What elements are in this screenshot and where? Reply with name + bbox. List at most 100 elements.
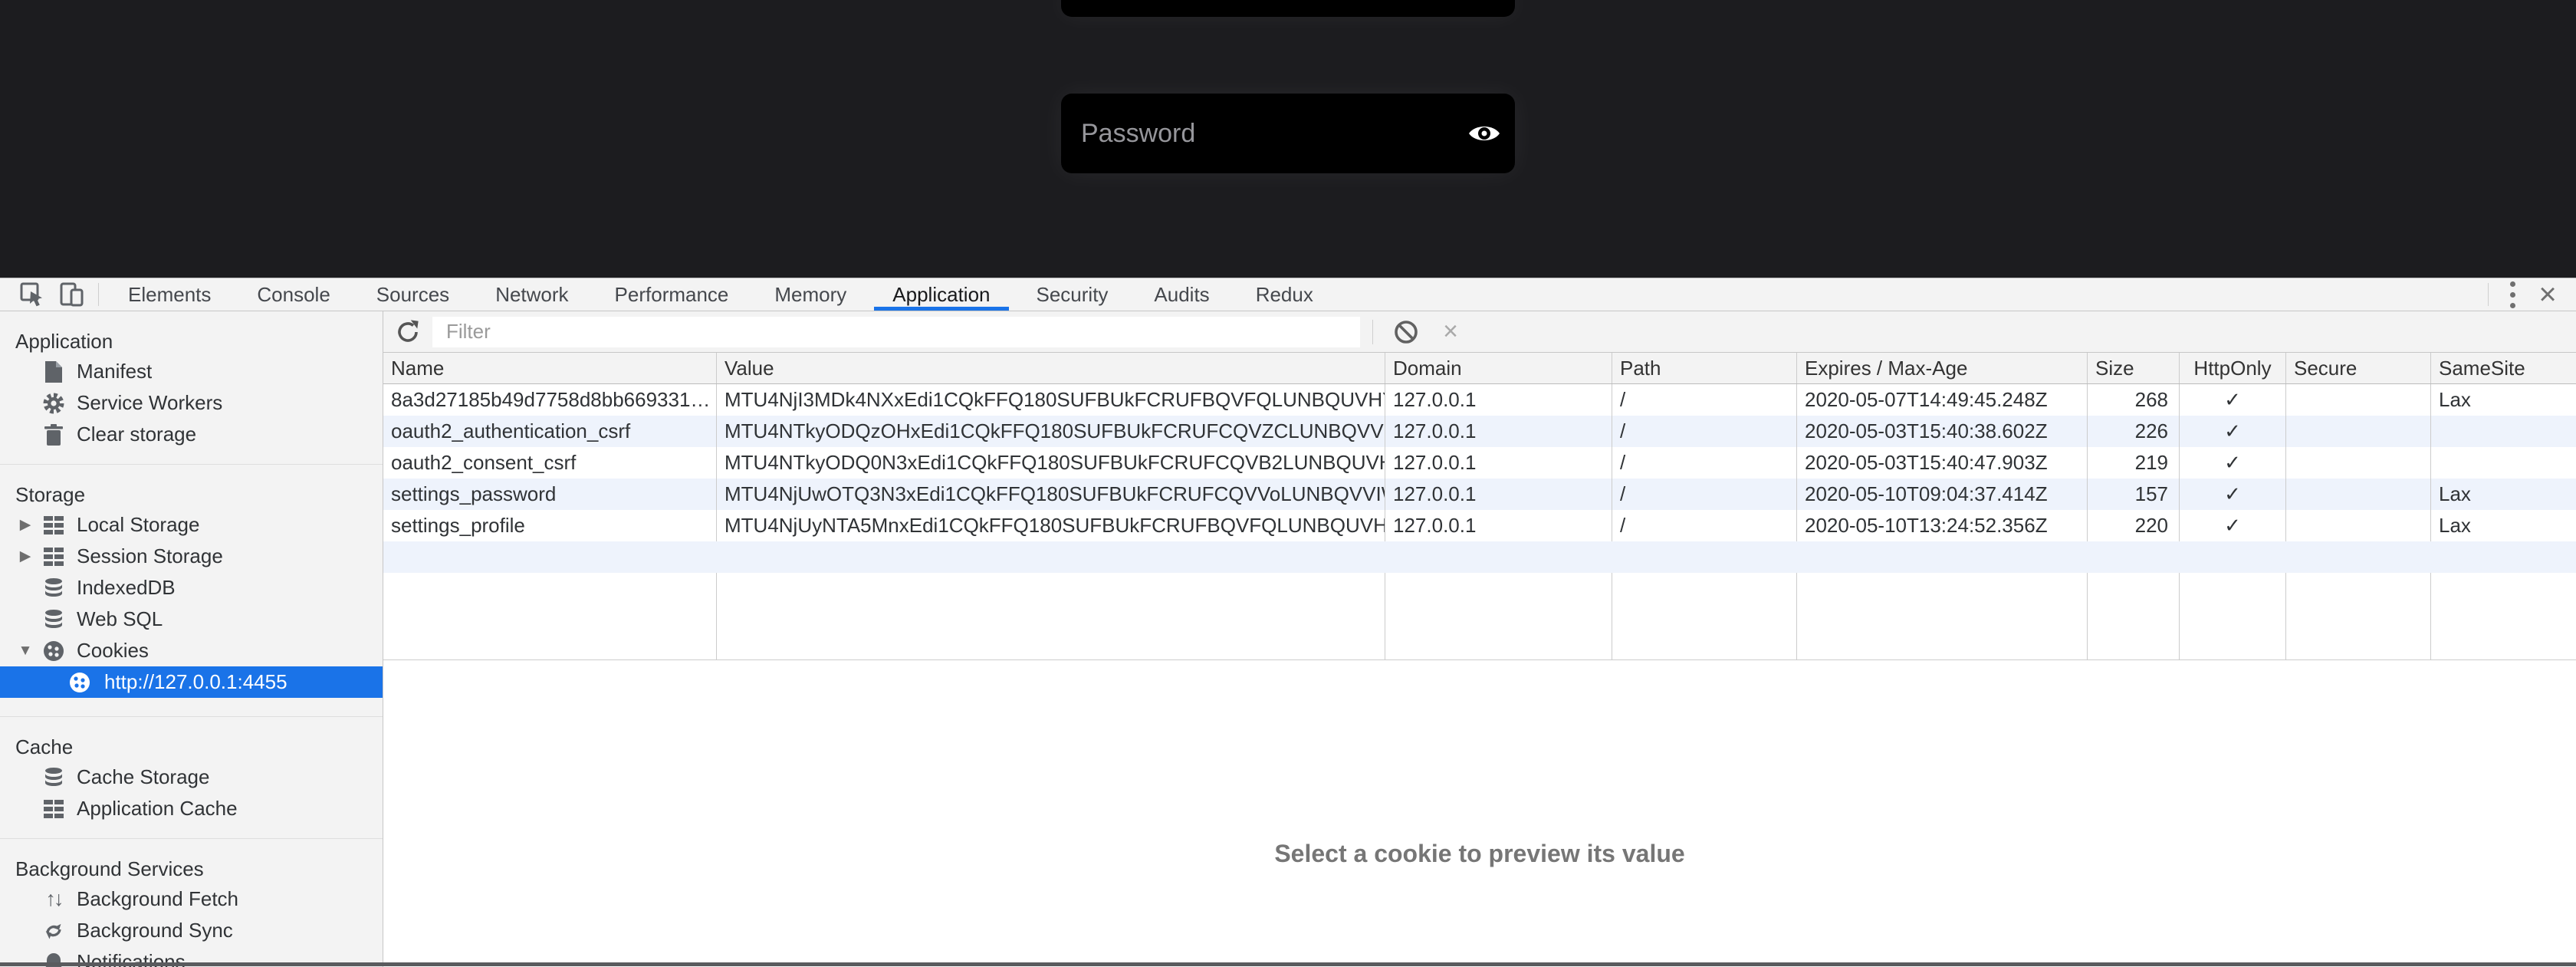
cookie-expires[interactable]: 2020-05-10T09:04:37.414Z xyxy=(1797,479,2088,510)
cookie-size[interactable]: 219 xyxy=(2088,447,2180,479)
cookie-httponly-check[interactable]: ✓ xyxy=(2180,510,2286,541)
sidebar-item-service-workers[interactable]: Service Workers xyxy=(0,387,383,419)
cookie-expires[interactable]: 2020-05-03T15:40:47.903Z xyxy=(1797,447,2088,479)
cookie-path[interactable]: / xyxy=(1612,384,1797,416)
sidebar-item-application-cache[interactable]: Application Cache xyxy=(0,793,383,824)
tab-security[interactable]: Security xyxy=(1014,278,1132,311)
column-header-value[interactable]: Value xyxy=(717,353,1385,383)
sidebar-item-local-storage[interactable]: ▶ Local Storage xyxy=(0,509,383,541)
cookie-path[interactable]: / xyxy=(1612,479,1797,510)
column-header-secure[interactable]: Secure xyxy=(2286,353,2431,383)
collapse-arrow-icon[interactable]: ▼ xyxy=(12,643,38,659)
cookie-row[interactable]: settings_password MTU4NjUwOTQ3N3xEdi1CQk… xyxy=(383,479,2576,510)
sidebar-item-cookie-origin-selected[interactable]: http://127.0.0.1:4455 xyxy=(0,666,383,698)
column-header-samesite[interactable]: SameSite xyxy=(2431,353,2576,383)
cookie-value[interactable]: MTU4NjUyNTA5MnxEdi1CQkFFQ180SUFBUkFCRUFB… xyxy=(717,510,1385,541)
cookie-secure[interactable] xyxy=(2286,447,2431,479)
cookie-httponly-check[interactable]: ✓ xyxy=(2180,416,2286,447)
cookie-path[interactable]: / xyxy=(1612,416,1797,447)
cookie-size[interactable]: 268 xyxy=(2088,384,2180,416)
cookie-samesite[interactable]: Lax xyxy=(2431,479,2576,510)
cookie-path[interactable]: / xyxy=(1612,447,1797,479)
page-background xyxy=(0,0,2576,278)
column-header-domain[interactable]: Domain xyxy=(1385,353,1612,383)
cookie-expires[interactable]: 2020-05-10T13:24:52.356Z xyxy=(1797,510,2088,541)
cookie-name[interactable]: oauth2_consent_csrf xyxy=(383,447,717,479)
tab-application[interactable]: Application xyxy=(869,278,1013,311)
cookie-domain[interactable]: 127.0.0.1 xyxy=(1385,510,1612,541)
sidebar-item-background-sync[interactable]: Background Sync xyxy=(0,915,383,946)
cookie-value[interactable]: MTU4NjUwOTQ3N3xEdi1CQkFFQ180SUFBUkFCRUFC… xyxy=(717,479,1385,510)
devtools-close-button[interactable]: × xyxy=(2530,279,2565,310)
cookie-size[interactable]: 157 xyxy=(2088,479,2180,510)
expand-arrow-icon[interactable]: ▶ xyxy=(12,516,38,534)
tab-elements[interactable]: Elements xyxy=(105,278,234,311)
cookie-samesite[interactable] xyxy=(2431,416,2576,447)
tab-memory[interactable]: Memory xyxy=(751,278,869,311)
inspect-element-button[interactable] xyxy=(12,279,52,310)
sync-icon xyxy=(42,919,65,942)
tab-network[interactable]: Network xyxy=(472,278,591,311)
cookie-filter-input[interactable] xyxy=(432,317,1360,347)
column-header-expires[interactable]: Expires / Max-Age xyxy=(1797,353,2088,383)
cookie-name[interactable]: settings_password xyxy=(383,479,717,510)
cookie-row[interactable]: oauth2_consent_csrf MTU4NTkyODQ0N3xEdi1C… xyxy=(383,447,2576,479)
cookie-value[interactable]: MTU4NTkyODQ0N3xEdi1CQkFFQ180SUFBUkFCRUFC… xyxy=(717,447,1385,479)
sidebar-item-session-storage[interactable]: ▶ Session Storage xyxy=(0,541,383,572)
sidebar-item-background-fetch[interactable]: ↑↓ Background Fetch xyxy=(0,883,383,915)
column-header-name[interactable]: Name xyxy=(383,353,717,383)
cookie-domain[interactable]: 127.0.0.1 xyxy=(1385,479,1612,510)
tab-sources[interactable]: Sources xyxy=(353,278,472,311)
cookie-name[interactable]: oauth2_authentication_csrf xyxy=(383,416,717,447)
password-field[interactable] xyxy=(1061,94,1515,173)
tab-redux[interactable]: Redux xyxy=(1233,278,1336,311)
cookie-domain[interactable]: 127.0.0.1 xyxy=(1385,416,1612,447)
column-header-httponly[interactable]: HttpOnly xyxy=(2180,353,2286,383)
cookie-samesite[interactable] xyxy=(2431,447,2576,479)
sidebar-item-web-sql[interactable]: Web SQL xyxy=(0,604,383,635)
cookie-row[interactable]: 8a3d27185b49d7758d8bb669331… MTU4NjI3MDk… xyxy=(383,384,2576,416)
cookie-name[interactable]: 8a3d27185b49d7758d8bb669331… xyxy=(383,384,717,416)
column-header-path[interactable]: Path xyxy=(1612,353,1797,383)
cookie-value[interactable]: MTU4NTkyODQzOHxEdi1CQkFFQ180SUFBUkFCRUFC… xyxy=(717,416,1385,447)
password-visibility-toggle[interactable] xyxy=(1454,94,1515,173)
tab-audits[interactable]: Audits xyxy=(1131,278,1232,311)
delete-selected-button[interactable]: × xyxy=(1428,311,1473,352)
tab-performance[interactable]: Performance xyxy=(592,278,752,311)
cookie-samesite[interactable]: Lax xyxy=(2431,510,2576,541)
cookie-domain[interactable]: 127.0.0.1 xyxy=(1385,384,1612,416)
sidebar-item-cache-storage[interactable]: Cache Storage xyxy=(0,761,383,793)
cookie-secure[interactable] xyxy=(2286,479,2431,510)
cookie-size[interactable]: 226 xyxy=(2088,416,2180,447)
cookie-expires[interactable]: 2020-05-03T15:40:38.602Z xyxy=(1797,416,2088,447)
password-input[interactable] xyxy=(1061,119,1454,149)
refresh-button[interactable] xyxy=(383,311,432,352)
cookie-path[interactable]: / xyxy=(1612,510,1797,541)
cookie-name[interactable]: settings_profile xyxy=(383,510,717,541)
clear-all-cookies-button[interactable] xyxy=(1384,311,1428,352)
sidebar-item-manifest[interactable]: Manifest xyxy=(0,356,383,387)
cookie-row[interactable]: oauth2_authentication_csrf MTU4NTkyODQzO… xyxy=(383,416,2576,447)
tab-console[interactable]: Console xyxy=(234,278,353,311)
column-header-size[interactable]: Size xyxy=(2088,353,2180,383)
cookie-secure[interactable] xyxy=(2286,510,2431,541)
cookie-size[interactable]: 220 xyxy=(2088,510,2180,541)
cookie-domain[interactable]: 127.0.0.1 xyxy=(1385,447,1612,479)
cookie-expires[interactable]: 2020-05-07T14:49:45.248Z xyxy=(1797,384,2088,416)
cookie-preview-message: Select a cookie to preview its value xyxy=(1274,840,1684,870)
sidebar-item-cookies[interactable]: ▼ Cookies xyxy=(0,635,383,666)
username-field-partial[interactable] xyxy=(1061,0,1515,17)
cookie-httponly-check[interactable]: ✓ xyxy=(2180,479,2286,510)
expand-arrow-icon[interactable]: ▶ xyxy=(12,548,38,565)
sidebar-item-clear-storage[interactable]: Clear storage xyxy=(0,419,383,450)
cookie-row[interactable]: settings_profile MTU4NjUyNTA5MnxEdi1CQkF… xyxy=(383,510,2576,541)
cookie-samesite[interactable]: Lax xyxy=(2431,384,2576,416)
cookie-httponly-check[interactable]: ✓ xyxy=(2180,447,2286,479)
cookie-secure[interactable] xyxy=(2286,416,2431,447)
sidebar-item-indexeddb[interactable]: IndexedDB xyxy=(0,572,383,604)
cookie-value[interactable]: MTU4NjI3MDk4NXxEdi1CQkFFQ180SUFBUkFCRUFB… xyxy=(717,384,1385,416)
device-toolbar-button[interactable] xyxy=(52,279,92,310)
devtools-menu-button[interactable] xyxy=(2495,279,2530,310)
cookie-secure[interactable] xyxy=(2286,384,2431,416)
cookie-httponly-check[interactable]: ✓ xyxy=(2180,384,2286,416)
